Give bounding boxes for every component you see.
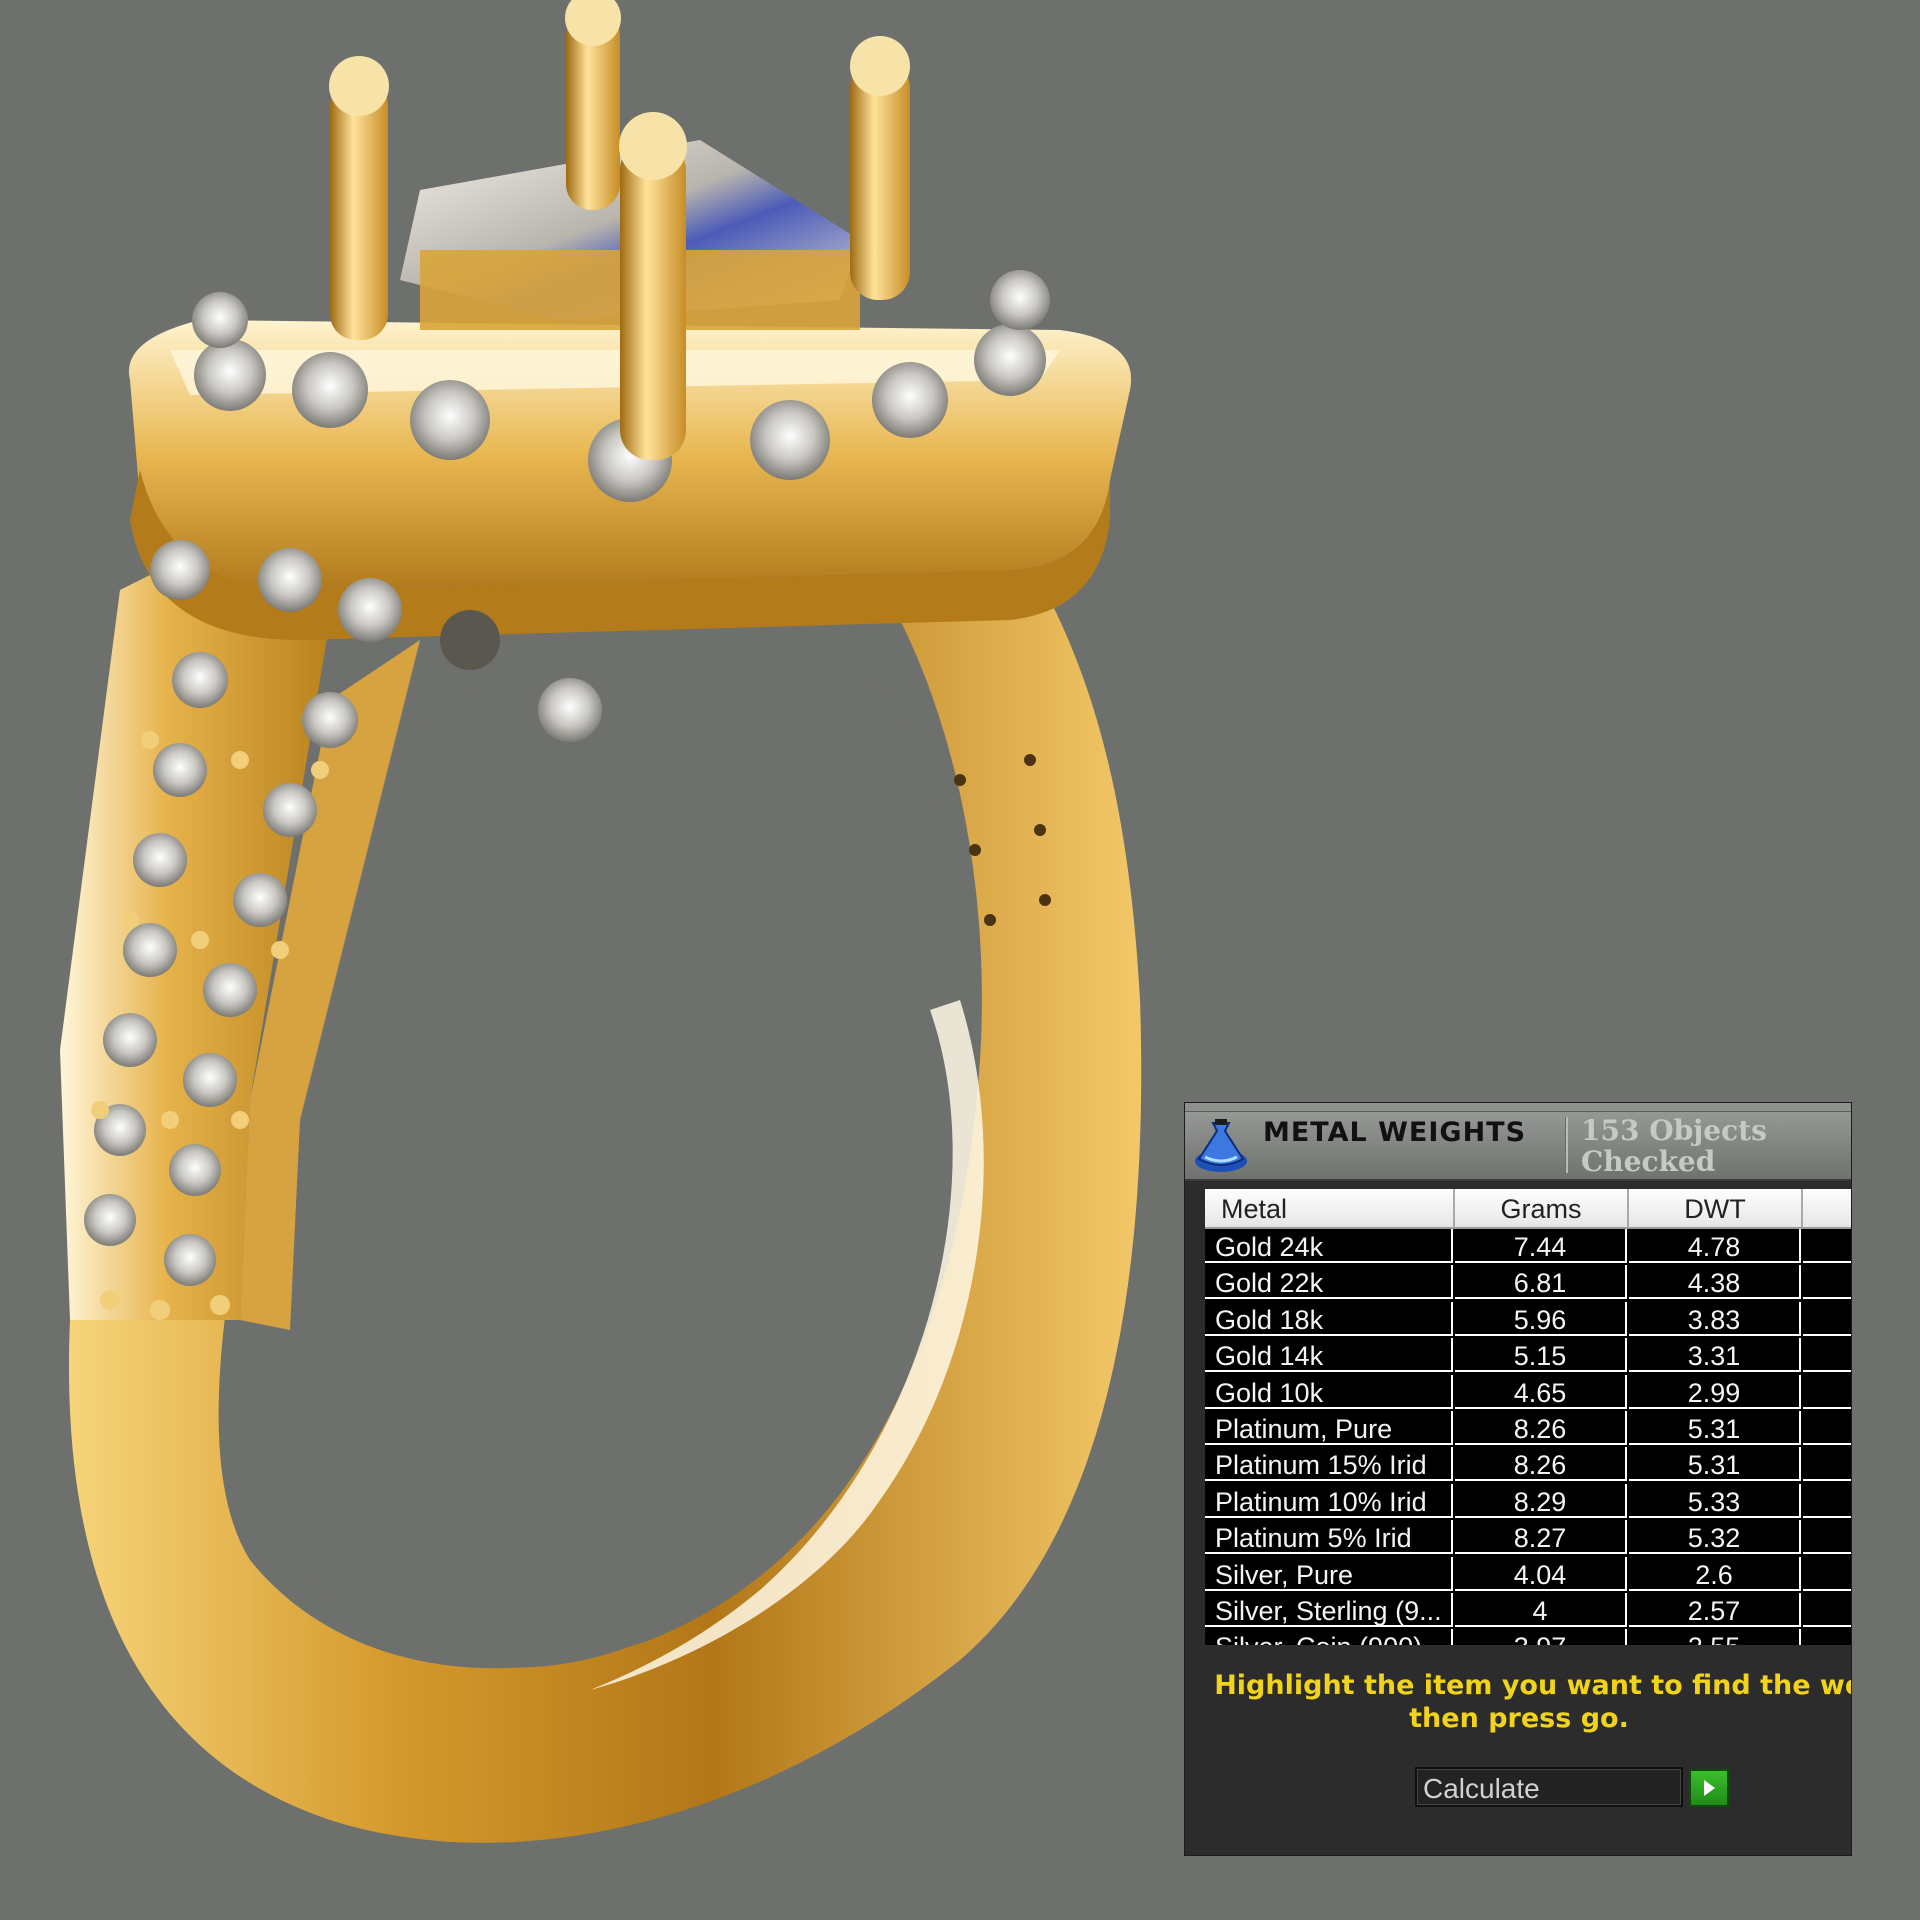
cell-grams: 4	[1455, 1592, 1627, 1627]
table-header: Metal Grams DWT	[1205, 1189, 1851, 1229]
table-row[interactable]: Gold 22k 6.81 4.38	[1205, 1265, 1851, 1301]
cell-grams: 5.96	[1455, 1301, 1627, 1336]
cell-grams: 4.04	[1455, 1556, 1627, 1591]
cell-extra	[1803, 1557, 1851, 1591]
table-row[interactable]: Silver, Coin (900) 3.97 2.55	[1205, 1629, 1851, 1645]
cell-extra	[1803, 1302, 1851, 1336]
cell-extra	[1803, 1447, 1851, 1482]
objects-checked-label: 153 Objects Checked	[1581, 1114, 1767, 1178]
table-row[interactable]: Gold 10k 4.65 2.99	[1205, 1374, 1851, 1411]
table-row[interactable]: Platinum 15% Irid 8.26 5.31	[1205, 1447, 1851, 1483]
cell-dwt: 5.32	[1629, 1520, 1801, 1555]
cell-metal: Gold 10k	[1205, 1374, 1453, 1409]
table-row[interactable]: Gold 14k 5.15 3.31	[1205, 1338, 1851, 1374]
cell-dwt: 5.33	[1629, 1483, 1801, 1518]
table-row[interactable]: Silver, Pure 4.04 2.6	[1205, 1556, 1851, 1593]
cell-dwt: 5.31	[1629, 1410, 1801, 1445]
header-divider	[1565, 1117, 1568, 1173]
column-header-dwt[interactable]: DWT	[1629, 1189, 1803, 1227]
cell-grams: 8.26	[1455, 1410, 1627, 1445]
cell-grams: 8.26	[1455, 1447, 1627, 1482]
cell-dwt: 4.38	[1629, 1265, 1801, 1300]
column-header-grams[interactable]: Grams	[1455, 1189, 1629, 1227]
panel-header-strip	[1185, 1103, 1851, 1112]
cell-grams: 5.15	[1455, 1338, 1627, 1373]
cell-metal: Silver, Pure	[1205, 1556, 1453, 1591]
cell-metal: Gold 24k	[1205, 1229, 1453, 1263]
cell-grams: 6.81	[1455, 1265, 1627, 1300]
cell-dwt: 5.31	[1629, 1447, 1801, 1482]
table-row[interactable]: Platinum 10% Irid 8.29 5.33	[1205, 1483, 1851, 1520]
play-arrow-icon	[1704, 1780, 1715, 1796]
cell-metal: Platinum 10% Irid	[1205, 1483, 1453, 1518]
table-row[interactable]: Silver, Sterling (9... 4 2.57	[1205, 1592, 1851, 1629]
cell-extra	[1803, 1229, 1851, 1263]
flask-icon	[1195, 1119, 1247, 1172]
cell-metal: Platinum 15% Irid	[1205, 1447, 1453, 1482]
calculate-select[interactable]: Calculate	[1415, 1767, 1683, 1807]
cell-extra	[1803, 1520, 1851, 1555]
cell-dwt: 2.55	[1629, 1629, 1801, 1645]
cell-metal: Platinum, Pure	[1205, 1410, 1453, 1445]
cell-extra	[1803, 1593, 1851, 1627]
cell-grams: 8.29	[1455, 1483, 1627, 1518]
cell-grams: 4.65	[1455, 1374, 1627, 1409]
cell-metal: Gold 22k	[1205, 1265, 1453, 1300]
cell-grams: 3.97	[1455, 1629, 1627, 1645]
cell-extra	[1803, 1375, 1851, 1409]
column-header-extra[interactable]	[1803, 1189, 1851, 1227]
cell-extra	[1803, 1484, 1851, 1518]
cell-metal: Gold 18k	[1205, 1301, 1453, 1336]
instruction-text-line2: then press go.	[1409, 1703, 1629, 1734]
cell-grams: 8.27	[1455, 1520, 1627, 1555]
calculate-label: Calculate	[1423, 1773, 1540, 1804]
cell-dwt: 3.83	[1629, 1301, 1801, 1336]
column-header-metal[interactable]: Metal	[1205, 1189, 1455, 1227]
table-row[interactable]: Platinum, Pure 8.26 5.31	[1205, 1410, 1851, 1447]
cell-extra	[1803, 1338, 1851, 1373]
table-row[interactable]: Gold 24k 7.44 4.78	[1205, 1229, 1851, 1265]
go-button[interactable]	[1689, 1769, 1729, 1807]
cell-extra	[1803, 1629, 1851, 1645]
table-body: Gold 24k 7.44 4.78 Gold 22k 6.81 4.38 Go…	[1205, 1229, 1851, 1645]
cell-metal: Gold 14k	[1205, 1338, 1453, 1373]
cell-dwt: 3.31	[1629, 1338, 1801, 1373]
cell-metal: Silver, Sterling (9...	[1205, 1592, 1453, 1627]
cell-dwt: 2.99	[1629, 1374, 1801, 1409]
cell-dwt: 2.6	[1629, 1556, 1801, 1591]
cell-extra	[1803, 1411, 1851, 1445]
cell-dwt: 2.57	[1629, 1592, 1801, 1627]
cell-grams: 7.44	[1455, 1229, 1627, 1263]
cell-dwt: 4.78	[1629, 1229, 1801, 1263]
metal-weights-table[interactable]: Metal Grams DWT Gold 24k 7.44 4.78 Gold …	[1205, 1189, 1851, 1645]
metal-weights-panel: METAL WEIGHTS 153 Objects Checked Metal …	[1184, 1102, 1852, 1856]
cell-metal: Platinum 5% Irid	[1205, 1520, 1453, 1555]
table-row[interactable]: Gold 18k 5.96 3.83	[1205, 1301, 1851, 1338]
instruction-text-line1: Highlight the item you want to find the …	[1214, 1670, 1852, 1701]
table-row[interactable]: Platinum 5% Irid 8.27 5.32	[1205, 1520, 1851, 1556]
cell-metal: Silver, Coin (900)	[1205, 1629, 1453, 1645]
panel-header: METAL WEIGHTS 153 Objects Checked	[1185, 1103, 1851, 1181]
cell-extra	[1803, 1265, 1851, 1300]
panel-title: METAL WEIGHTS	[1263, 1117, 1527, 1148]
